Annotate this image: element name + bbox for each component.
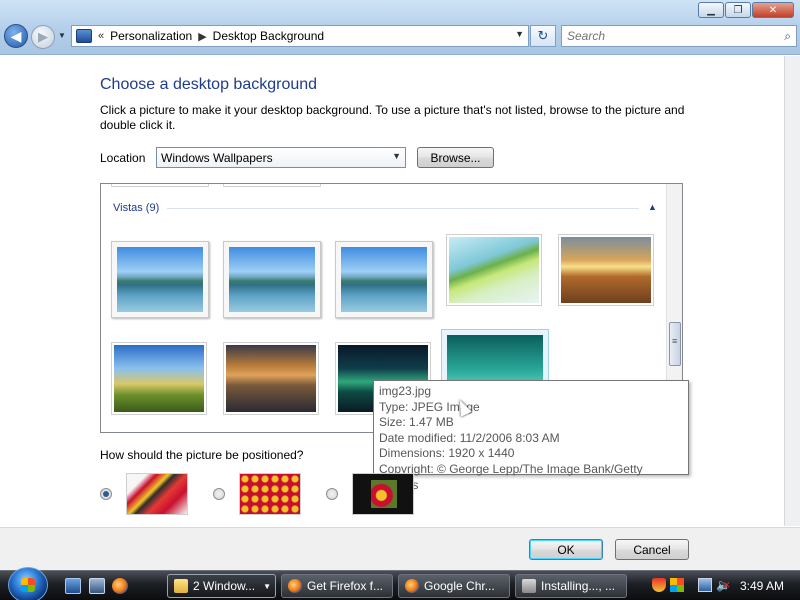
restore-button[interactable]: ❐	[725, 2, 751, 18]
taskbar-item-installing[interactable]: Installing..., ...	[515, 574, 627, 598]
control-panel-icon	[76, 29, 92, 43]
wallpaper-image	[449, 237, 539, 303]
search-box[interactable]: ⌕	[561, 25, 797, 47]
chevron-down-icon: ▼	[392, 151, 401, 161]
setup-icon	[522, 579, 536, 593]
breadcrumb-desktop-background[interactable]: Desktop Background	[213, 29, 324, 43]
window-controls: ▁ ❐ ✕	[698, 2, 794, 18]
position-label: How should the picture be positioned?	[100, 448, 304, 462]
wallpaper-image	[117, 247, 203, 312]
wallpaper-image	[341, 247, 427, 312]
back-button[interactable]: ◀	[4, 24, 28, 48]
ok-button[interactable]: OK	[529, 539, 603, 560]
position-tile-preview[interactable]	[239, 473, 301, 515]
position-fit-radio[interactable]	[100, 488, 112, 500]
position-center-preview[interactable]	[352, 473, 414, 515]
previous-group-tile	[111, 184, 209, 187]
page-title: Choose a desktop background	[100, 76, 318, 93]
close-button[interactable]: ✕	[752, 2, 794, 18]
wallpaper-thumbnail-hills[interactable]	[111, 342, 207, 415]
switch-windows-icon[interactable]	[89, 578, 105, 594]
taskbar-item-label: Get Firefox f...	[307, 579, 384, 593]
taskbar-item-firefox[interactable]: Get Firefox f...	[281, 574, 393, 598]
tooltip-dimensions: Dimensions: 1920 x 1440	[379, 446, 515, 461]
forward-button[interactable]: ▶	[31, 25, 55, 49]
wallpaper-thumbnail-wheat[interactable]	[558, 234, 654, 306]
address-dropdown-button[interactable]: ▼	[515, 29, 524, 39]
taskbar-item-chrome[interactable]: Google Chr...	[398, 574, 510, 598]
wallpaper-image	[226, 345, 316, 412]
position-tile-radio[interactable]	[213, 488, 225, 500]
wallpaper-thumbnail-rocks[interactable]	[223, 342, 319, 415]
tooltip-date-modified: Date modified: 11/2/2006 8:03 AM	[379, 430, 560, 445]
clock[interactable]: 3:49 AM	[740, 579, 784, 593]
tooltip-size: Size: 1.47 MB	[379, 415, 454, 430]
wallpaper-thumbnail-palm[interactable]	[446, 234, 542, 306]
breadcrumb-personalization[interactable]: Personalization	[110, 29, 192, 43]
search-input[interactable]	[567, 26, 767, 46]
chevron-down-icon: ▼	[263, 581, 271, 591]
start-button[interactable]	[8, 567, 48, 600]
dialog-footer: OK Cancel	[0, 527, 800, 570]
gallery-scrollbar-thumb[interactable]	[669, 322, 681, 366]
wallpaper-image	[561, 237, 651, 303]
system-tray: 🔈 3:49 AM	[648, 574, 798, 598]
taskbar-item-label: Installing..., ...	[541, 579, 616, 593]
group-divider	[167, 208, 639, 209]
firefox-icon	[288, 579, 302, 593]
cancel-button[interactable]: Cancel	[615, 539, 689, 560]
window-chrome: ▁ ❐ ✕ ◀ ▶ ▼ « Personalization ▶ Desktop …	[0, 0, 800, 55]
previous-group-tile	[223, 184, 321, 187]
tooltip-type: Type: JPEG Image	[379, 399, 480, 414]
center-preview-image	[371, 480, 397, 508]
recent-pages-button[interactable]: ▼	[58, 31, 66, 40]
location-dropdown[interactable]: Windows Wallpapers ▼	[156, 147, 406, 168]
breadcrumb-separator-icon[interactable]: ▶	[198, 30, 206, 43]
taskbar-item-windows[interactable]: 2 Window... ▼	[167, 574, 276, 598]
collapse-group-icon[interactable]: ▲	[648, 202, 657, 212]
page-description: Click a picture to make it your desktop …	[100, 103, 685, 132]
tooltip-copyright: Copyright: © George Lepp/The Image Bank/…	[379, 461, 643, 492]
page-scrollbar[interactable]	[784, 56, 800, 526]
security-shield-icon[interactable]	[652, 578, 666, 592]
wallpaper-thumbnail-vista-2[interactable]	[223, 241, 321, 318]
volume-muted-icon[interactable]: 🔈	[716, 578, 731, 592]
wallpaper-thumbnail-vista-1[interactable]	[111, 241, 209, 318]
address-bar[interactable]: « Personalization ▶ Desktop Background ▼	[71, 25, 529, 47]
network-icon[interactable]	[698, 578, 712, 592]
breadcrumb-overflow-button[interactable]: «	[98, 30, 104, 42]
windows-flag-icon[interactable]	[670, 578, 684, 592]
location-value: Windows Wallpapers	[161, 150, 273, 165]
refresh-button[interactable]: ↻	[530, 25, 556, 47]
position-fit-preview[interactable]	[126, 473, 188, 515]
folder-icon	[174, 579, 188, 593]
show-desktop-icon[interactable]	[65, 578, 81, 594]
search-icon[interactable]: ⌕	[784, 29, 791, 44]
tooltip-filename: img23.jpg	[379, 384, 432, 398]
chrome-icon	[405, 579, 419, 593]
minimize-button[interactable]: ▁	[698, 2, 724, 18]
wallpaper-thumbnail-vista-3[interactable]	[335, 241, 433, 318]
taskbar-item-label: Google Chr...	[424, 579, 495, 593]
image-info-tooltip: img23.jpg Type: JPEG Image Size: 1.47 MB…	[373, 380, 689, 492]
location-label: Location	[100, 151, 146, 165]
taskbar-item-label: 2 Window...	[193, 579, 256, 593]
position-center-radio[interactable]	[326, 488, 338, 500]
wallpaper-image	[229, 247, 315, 312]
wallpaper-image	[114, 345, 204, 412]
taskbar: 2 Window... ▼ Get Firefox f... Google Ch…	[0, 567, 800, 600]
browse-button[interactable]: Browse...	[417, 147, 494, 168]
group-header-vistas[interactable]: Vistas (9)	[113, 202, 159, 214]
firefox-icon[interactable]	[112, 578, 128, 594]
